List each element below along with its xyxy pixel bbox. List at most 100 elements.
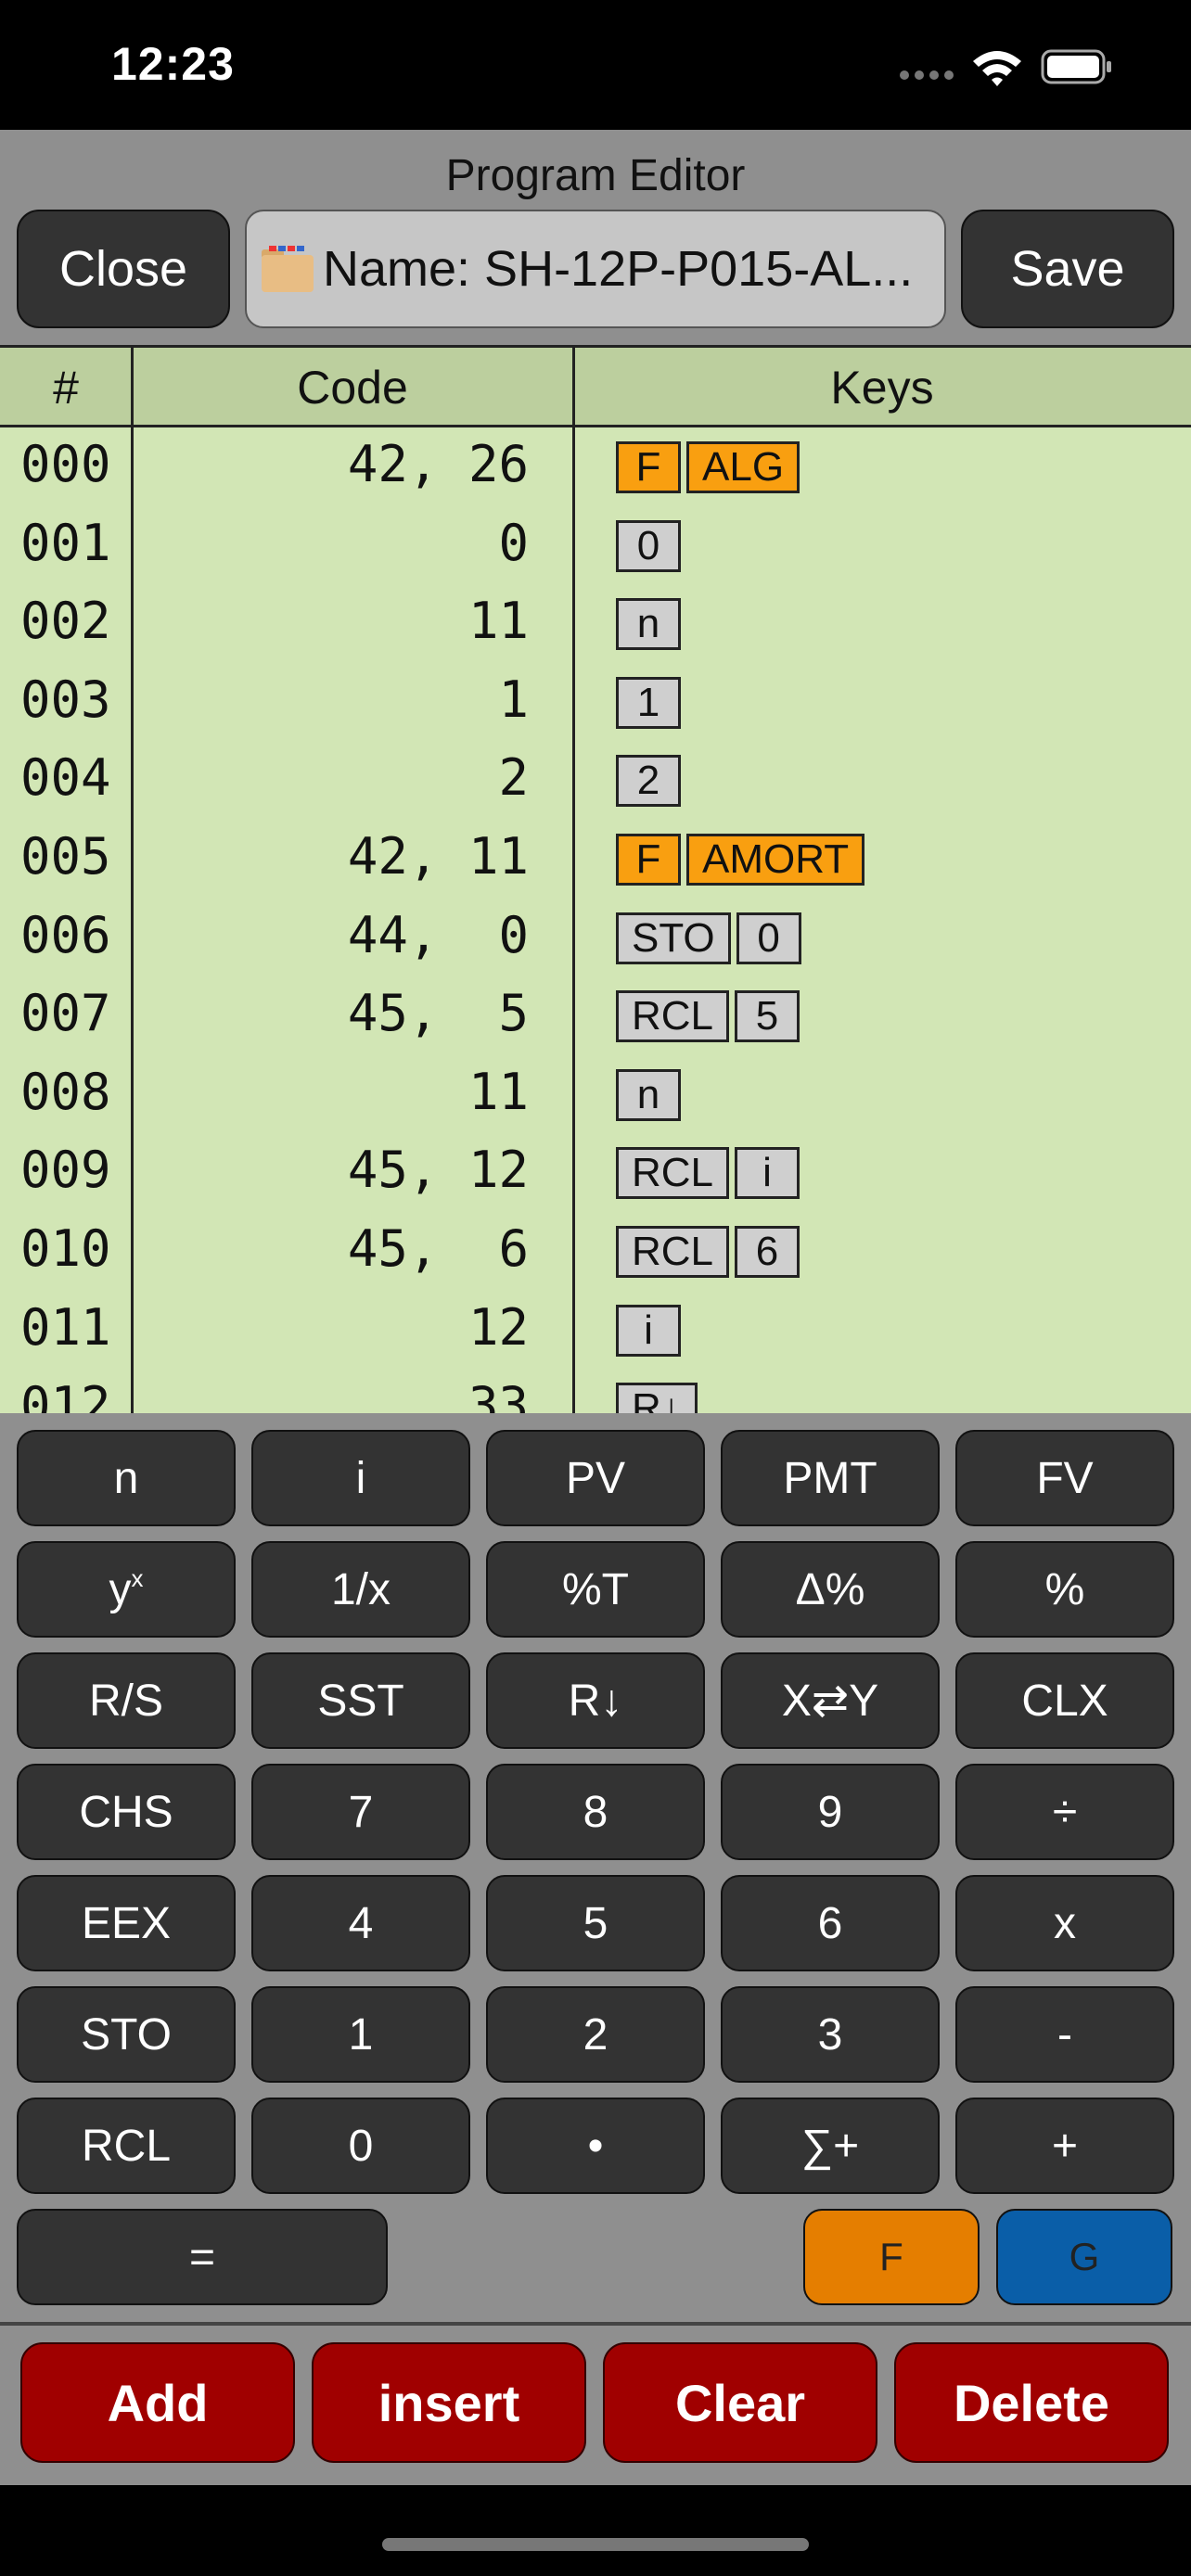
key-subtract[interactable]: - (955, 1986, 1174, 2083)
step-number: 005 (20, 826, 111, 886)
table-header: # Code Keys (0, 348, 1191, 427)
step-code: 11 (467, 1062, 529, 1121)
key-6[interactable]: 6 (721, 1875, 940, 1971)
step-code: 45, 12 (347, 1141, 529, 1200)
key-reciprocal[interactable]: 1/x (251, 1541, 470, 1638)
insert-button[interactable]: insert (312, 2342, 586, 2463)
key-roll-down[interactable]: R↓ (486, 1652, 705, 1749)
home-indicator[interactable] (382, 2538, 809, 2551)
key-decimal[interactable]: • (486, 2098, 705, 2194)
key-chip: 0 (616, 519, 681, 572)
key-4[interactable]: 4 (251, 1875, 470, 1971)
table-row[interactable]: 008 11 n (0, 1055, 1191, 1134)
key-pv[interactable]: PV (486, 1430, 705, 1526)
key-y-power-x[interactable]: yx (17, 1541, 236, 1638)
table-row[interactable]: 003 1 1 (0, 663, 1191, 742)
step-keys: RCL i (616, 1147, 800, 1200)
key-7[interactable]: 7 (251, 1764, 470, 1860)
key-8[interactable]: 8 (486, 1764, 705, 1860)
key-label: 1/x (330, 1564, 391, 1614)
key-n[interactable]: n (17, 1430, 236, 1526)
key-chip: 1 (616, 676, 681, 729)
key-sigma-plus[interactable]: ∑+ (721, 2098, 940, 2194)
key-g-shift[interactable]: G (996, 2209, 1172, 2305)
table-row[interactable]: 007 45, 5 RCL 5 (0, 976, 1191, 1055)
key-chip: F (616, 833, 681, 886)
table-row[interactable]: 005 42, 11 F AMORT (0, 820, 1191, 899)
key-multiply[interactable]: x (955, 1875, 1174, 1971)
column-header-code: Code (297, 362, 408, 414)
table-row[interactable]: 009 45, 12 RCL i (0, 1133, 1191, 1212)
key-i[interactable]: i (251, 1430, 470, 1526)
key-label: CLX (1021, 1676, 1108, 1726)
key-f-shift[interactable]: F (803, 2209, 980, 2305)
key-run-stop[interactable]: R/S (17, 1652, 236, 1749)
key-sst[interactable]: SST (251, 1652, 470, 1749)
close-button[interactable]: Close (17, 210, 230, 328)
key-chip: i (735, 1147, 800, 1200)
step-keys: 1 (616, 676, 681, 729)
key-percent[interactable]: % (955, 1541, 1174, 1638)
key-chip: RCL (616, 990, 730, 1043)
key-chip: RCL (616, 1147, 730, 1200)
save-button[interactable]: Save (961, 210, 1174, 328)
program-name-field[interactable]: Name: SH-12P-P015-AL... (245, 210, 946, 328)
key-eex[interactable]: EEX (17, 1875, 236, 1971)
key-delta-percent[interactable]: Δ% (721, 1541, 940, 1638)
step-number: 012 (20, 1376, 111, 1413)
step-keys: n (616, 598, 681, 651)
status-bar: 12:23 (0, 0, 1191, 130)
cellular-signal-icon (900, 70, 955, 82)
table-row[interactable]: 010 45, 6 RCL 6 (0, 1212, 1191, 1291)
key-chs[interactable]: CHS (17, 1764, 236, 1860)
key-label: X⇄Y (781, 1677, 879, 1726)
table-row[interactable]: 000 42, 26 F ALG (0, 427, 1191, 506)
add-button[interactable]: Add (20, 2342, 295, 2463)
key-chip: AMORT (686, 833, 865, 886)
column-header-number: # (53, 362, 79, 414)
table-row[interactable]: 006 44, 0 STO 0 (0, 899, 1191, 977)
clear-button[interactable]: Clear (603, 2342, 877, 2463)
key-sto[interactable]: STO (17, 1986, 236, 2083)
key-2[interactable]: 2 (486, 1986, 705, 2083)
divider (0, 2322, 1191, 2326)
key-superscript: x (131, 1563, 144, 1592)
key-chip: RCL (616, 1225, 730, 1278)
calculator-keypad: n i PV PMT FV y x 1/x %T Δ%% R/S SST R↓ X⇄Y CLX CHS 7 8 9 ÷… (0, 1413, 1191, 2433)
key-label: PV (565, 1453, 626, 1503)
key-pmt[interactable]: PMT (721, 1430, 940, 1526)
step-keys: F AMORT (616, 833, 865, 886)
delete-button[interactable]: Delete (894, 2342, 1169, 2463)
step-code: 2 (498, 748, 529, 808)
key-fv[interactable]: FV (955, 1430, 1174, 1526)
key-5[interactable]: 5 (486, 1875, 705, 1971)
key-divide[interactable]: ÷ (955, 1764, 1174, 1860)
step-code: 12 (467, 1297, 529, 1357)
step-number: 009 (20, 1141, 111, 1200)
key-label: ∑+ (800, 2121, 860, 2171)
key-1[interactable]: 1 (251, 1986, 470, 2083)
key-0[interactable]: 0 (251, 2098, 470, 2194)
key-label: Δ% (795, 1564, 865, 1614)
table-row[interactable]: 012 33 R↓ (0, 1369, 1191, 1413)
key-rcl[interactable]: RCL (17, 2098, 236, 2194)
key-clx[interactable]: CLX (955, 1652, 1174, 1749)
step-number: 007 (20, 984, 111, 1043)
key-equals[interactable]: = (17, 2209, 388, 2305)
table-row[interactable]: 001 0 0 (0, 506, 1191, 585)
key-percent-total[interactable]: %T (486, 1541, 705, 1638)
key-3[interactable]: 3 (721, 1986, 940, 2083)
key-swap-xy[interactable]: X⇄Y (721, 1652, 940, 1749)
table-row[interactable]: 004 2 2 (0, 741, 1191, 820)
program-table[interactable]: # Code Keys 000 42, 26 F ALG 001 0 0 002 11 n 003 1… (0, 345, 1191, 1413)
key-chip: i (616, 1304, 681, 1357)
key-label: - (1057, 2009, 1072, 2060)
key-add[interactable]: + (955, 2098, 1174, 2194)
key-label: x (1054, 1898, 1076, 1948)
table-row[interactable]: 002 11 n (0, 584, 1191, 663)
status-time: 12:23 (111, 38, 235, 90)
key-9[interactable]: 9 (721, 1764, 940, 1860)
program-name-value: Name: SH-12P-P015-AL... (323, 241, 914, 297)
program-editor: Program Editor Close Name: SH-12P-P015-A… (0, 130, 1191, 2485)
table-row[interactable]: 011 12 i (0, 1291, 1191, 1370)
